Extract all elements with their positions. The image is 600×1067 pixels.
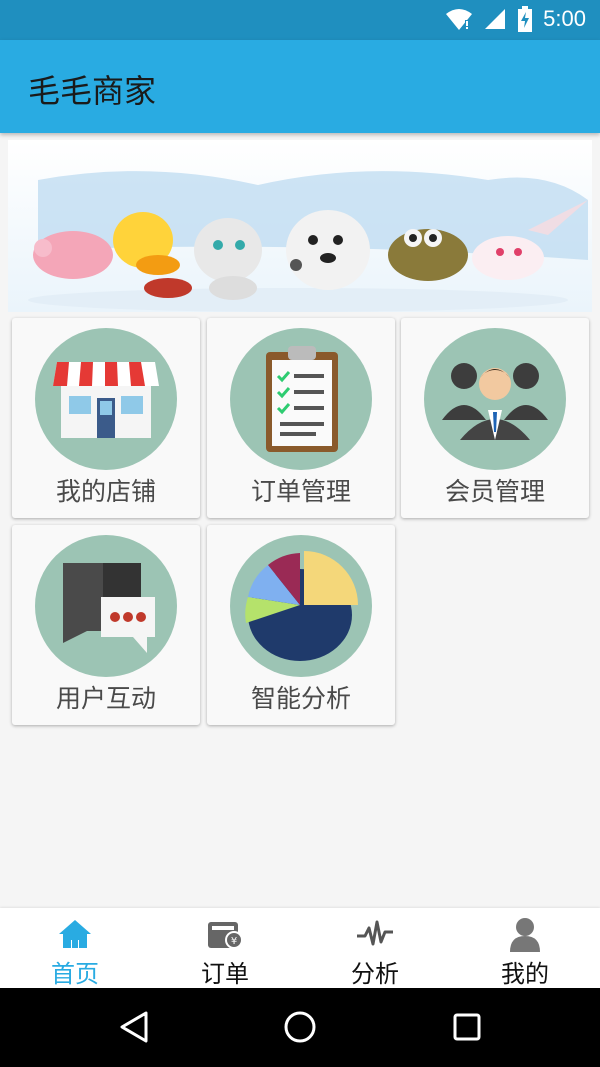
order-wallet-icon: ¥ bbox=[208, 922, 243, 949]
store-icon bbox=[35, 328, 177, 470]
pulse-icon bbox=[357, 920, 393, 946]
nav-item-analysis[interactable]: 分析 bbox=[300, 908, 450, 988]
app-bar: 毛毛商家 bbox=[0, 40, 600, 133]
status-bar: 5:00 bbox=[0, 0, 600, 40]
tile-label: 用户互动 bbox=[55, 684, 156, 713]
nav-label: 订单 bbox=[201, 960, 249, 988]
person-icon bbox=[510, 918, 540, 952]
tile-label: 订单管理 bbox=[250, 477, 351, 506]
tile-order-management[interactable]: 订单管理 bbox=[207, 318, 395, 518]
nav-label: 分析 bbox=[351, 960, 399, 988]
nav-item-home[interactable]: 首页 bbox=[0, 908, 150, 988]
nav-label: 首页 bbox=[51, 960, 99, 988]
status-time: 5:00 bbox=[543, 6, 586, 31]
page-title: 毛毛商家 bbox=[28, 72, 157, 110]
back-icon[interactable] bbox=[118, 1010, 150, 1044]
members-icon bbox=[424, 328, 566, 470]
banner-image[interactable] bbox=[8, 140, 592, 312]
wifi-icon bbox=[446, 9, 473, 30]
signal-icon bbox=[485, 9, 506, 29]
nav-label: 我的 bbox=[501, 960, 549, 988]
home-circle-icon[interactable] bbox=[283, 1010, 317, 1044]
nav-item-orders[interactable]: ¥ 订单 bbox=[150, 908, 300, 988]
nav-item-mine[interactable]: 我的 bbox=[450, 908, 600, 988]
tile-label: 会员管理 bbox=[444, 477, 545, 506]
svg-text:¥: ¥ bbox=[231, 936, 237, 947]
tile-label: 智能分析 bbox=[250, 684, 351, 713]
system-nav-bar bbox=[0, 988, 600, 1067]
tile-my-store[interactable]: 我的店铺 bbox=[12, 318, 200, 518]
tile-smart-analysis[interactable]: 智能分析 bbox=[207, 525, 395, 725]
clipboard-icon bbox=[230, 328, 372, 470]
tile-label: 我的店铺 bbox=[55, 477, 156, 506]
pie-chart-icon bbox=[230, 535, 372, 677]
tile-member-management[interactable]: 会员管理 bbox=[401, 318, 589, 518]
battery-charging-icon bbox=[518, 6, 533, 32]
home-icon bbox=[59, 920, 91, 948]
recents-icon[interactable] bbox=[452, 1012, 482, 1042]
chat-icon bbox=[35, 535, 177, 677]
tile-user-interaction[interactable]: 用户互动 bbox=[12, 525, 200, 725]
bottom-nav: 首页 ¥ 订单 分析 我的 bbox=[0, 908, 600, 988]
